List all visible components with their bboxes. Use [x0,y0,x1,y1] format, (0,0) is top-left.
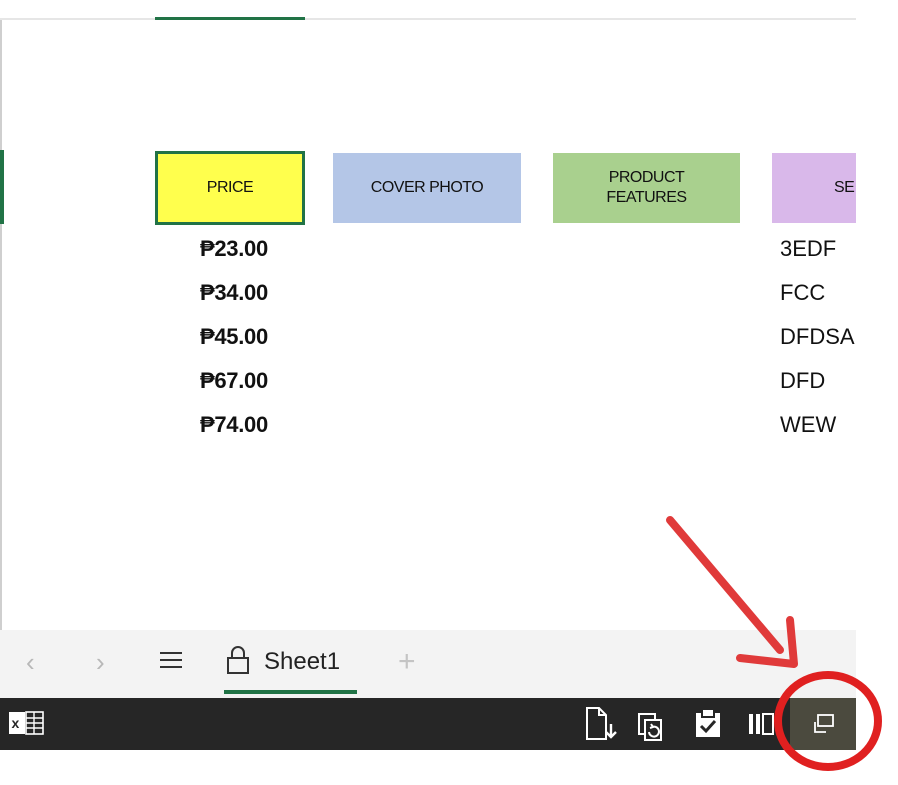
clipboard-check-icon[interactable] [694,708,722,745]
header-cell-cover-photo[interactable]: COVER PHOTO [333,153,521,223]
price-cell[interactable]: ₱74.00 [200,412,320,438]
price-cell[interactable]: ₱34.00 [200,280,320,306]
svg-text:x: x [12,715,20,731]
header-cover-photo-label: COVER PHOTO [370,179,484,196]
top-divider [0,18,856,20]
header-price-label: PRICE [206,179,254,196]
sheet-grid[interactable]: PRICE COVER PHOTO PRODUCT FEATURES SE ₱2… [0,0,856,630]
refresh-file-icon[interactable] [637,712,665,747]
header-cell-se[interactable]: SE [772,153,856,223]
header-cell-price[interactable]: PRICE [155,151,305,225]
previous-sheet-button[interactable]: ‹ [26,647,35,678]
code-cell[interactable]: WEW [780,412,856,438]
add-sheet-button[interactable]: + [398,645,416,679]
header-product-features-label: PRODUCT FEATURES [606,168,687,208]
header-se-label: SE [834,179,855,196]
code-cell[interactable]: DFDSA [780,324,856,350]
price-cell[interactable]: ₱67.00 [200,368,320,394]
code-cell[interactable]: FCC [780,280,856,306]
header-cell-product-features[interactable]: PRODUCT FEATURES [553,153,740,223]
code-cell[interactable]: 3EDF [780,236,856,262]
code-cell[interactable]: DFD [780,368,856,394]
restore-window-button[interactable] [790,698,856,750]
hamburger-icon[interactable] [160,650,182,670]
sheet-tab-bar [0,630,856,698]
active-row-indicator [0,150,4,224]
restore-window-icon [814,714,834,733]
header-features-line1: PRODUCT [608,169,685,186]
active-sheet-indicator [224,690,357,694]
export-file-icon[interactable] [584,706,618,747]
status-bar [0,698,856,750]
excel-icon: x [8,709,46,739]
sheet-tab[interactable]: Sheet1 [264,648,340,676]
price-cell[interactable]: ₱23.00 [200,236,320,262]
page-view-icon[interactable] [748,712,774,741]
price-cell[interactable]: ₱45.00 [200,324,320,350]
next-sheet-button[interactable]: › [96,647,105,678]
left-divider [0,20,2,630]
active-column-indicator [155,17,305,20]
lock-icon [225,645,251,675]
header-features-line2: FEATURES [606,189,687,206]
